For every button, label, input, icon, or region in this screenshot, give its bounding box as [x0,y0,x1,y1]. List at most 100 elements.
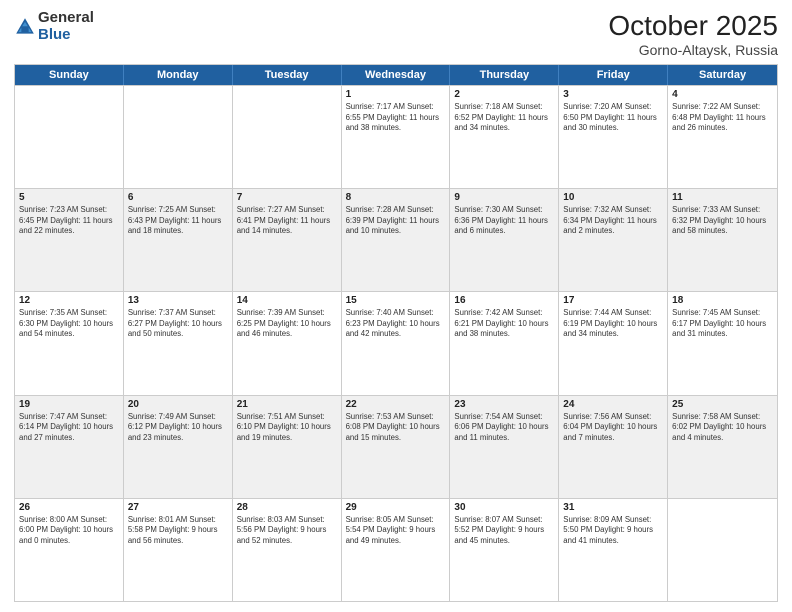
cell-date: 16 [454,295,554,306]
cal-cell [15,86,124,188]
cal-cell: 29 Sunrise: 8:05 AM Sunset: 5:54 PM Dayli… [342,499,451,601]
cell-info: Sunrise: 7:45 AM Sunset: 6:17 PM Dayligh… [672,308,773,340]
cell-date: 11 [672,192,773,203]
weekday-header-monday: Monday [124,65,233,85]
cell-info: Sunrise: 7:30 AM Sunset: 6:36 PM Dayligh… [454,205,554,237]
cal-cell: 1 Sunrise: 7:17 AM Sunset: 6:55 PM Daylig… [342,86,451,188]
cell-info: Sunrise: 7:33 AM Sunset: 6:32 PM Dayligh… [672,205,773,237]
page: General Blue October 2025 Gorno-Altaysk,… [0,0,792,612]
cell-date: 3 [563,89,663,100]
cell-info: Sunrise: 7:22 AM Sunset: 6:48 PM Dayligh… [672,102,773,134]
cal-cell: 4 Sunrise: 7:22 AM Sunset: 6:48 PM Daylig… [668,86,777,188]
cell-info: Sunrise: 7:56 AM Sunset: 6:04 PM Dayligh… [563,412,663,444]
cell-info: Sunrise: 7:44 AM Sunset: 6:19 PM Dayligh… [563,308,663,340]
cal-cell: 25 Sunrise: 7:58 AM Sunset: 6:02 PM Dayli… [668,396,777,498]
cell-date: 12 [19,295,119,306]
cell-info: Sunrise: 8:05 AM Sunset: 5:54 PM Dayligh… [346,515,446,547]
cell-info: Sunrise: 7:53 AM Sunset: 6:08 PM Dayligh… [346,412,446,444]
cell-date: 25 [672,399,773,410]
cell-date: 20 [128,399,228,410]
title-area: October 2025 Gorno-Altaysk, Russia [608,10,778,58]
cal-cell: 26 Sunrise: 8:00 AM Sunset: 6:00 PM Dayli… [15,499,124,601]
month-title: October 2025 [608,10,778,42]
weekday-header-tuesday: Tuesday [233,65,342,85]
cal-cell: 3 Sunrise: 7:20 AM Sunset: 6:50 PM Daylig… [559,86,668,188]
cal-cell: 10 Sunrise: 7:32 AM Sunset: 6:34 PM Dayli… [559,189,668,291]
cell-date: 24 [563,399,663,410]
cell-info: Sunrise: 7:17 AM Sunset: 6:55 PM Dayligh… [346,102,446,134]
cal-cell: 12Sunrise: 7:35 AM Sunset: 6:30 PM Dayli… [15,292,124,394]
cell-date: 30 [454,502,554,513]
logo-area: General Blue [14,10,94,43]
cell-date: 27 [128,502,228,513]
cal-cell: 17Sunrise: 7:44 AM Sunset: 6:19 PM Dayli… [559,292,668,394]
calendar: SundayMondayTuesdayWednesdayThursdayFrid… [14,64,778,602]
cal-cell: 18 Sunrise: 7:45 AM Sunset: 6:17 PM Dayli… [668,292,777,394]
cal-cell [233,86,342,188]
cal-cell: 31 Sunrise: 8:09 AM Sunset: 5:50 PM Dayli… [559,499,668,601]
cal-cell: 2Sunrise: 7:18 AM Sunset: 6:52 PM Daylig… [450,86,559,188]
cell-info: Sunrise: 7:51 AM Sunset: 6:10 PM Dayligh… [237,412,337,444]
location-title: Gorno-Altaysk, Russia [608,42,778,58]
cell-info: Sunrise: 8:00 AM Sunset: 6:00 PM Dayligh… [19,515,119,547]
cell-info: Sunrise: 7:28 AM Sunset: 6:39 PM Dayligh… [346,205,446,237]
cell-info: Sunrise: 7:40 AM Sunset: 6:23 PM Dayligh… [346,308,446,340]
cell-info: Sunrise: 7:54 AM Sunset: 6:06 PM Dayligh… [454,412,554,444]
cell-date: 29 [346,502,446,513]
cal-row-2: 12Sunrise: 7:35 AM Sunset: 6:30 PM Dayli… [15,291,777,394]
cal-cell: 9 Sunrise: 7:30 AM Sunset: 6:36 PM Daylig… [450,189,559,291]
cal-cell: 30 Sunrise: 8:07 AM Sunset: 5:52 PM Dayli… [450,499,559,601]
cell-date: 6 [128,192,228,203]
cell-info: Sunrise: 7:23 AM Sunset: 6:45 PM Dayligh… [19,205,119,237]
cell-info: Sunrise: 7:58 AM Sunset: 6:02 PM Dayligh… [672,412,773,444]
calendar-header: SundayMondayTuesdayWednesdayThursdayFrid… [15,65,777,85]
cal-cell: 23 Sunrise: 7:54 AM Sunset: 6:06 PM Dayli… [450,396,559,498]
cell-info: Sunrise: 8:03 AM Sunset: 5:56 PM Dayligh… [237,515,337,547]
cal-cell [668,499,777,601]
cal-cell: 6Sunrise: 7:25 AM Sunset: 6:43 PM Daylig… [124,189,233,291]
cal-cell: 11 Sunrise: 7:33 AM Sunset: 6:32 PM Dayli… [668,189,777,291]
cell-date: 7 [237,192,337,203]
cell-date: 26 [19,502,119,513]
cell-date: 15 [346,295,446,306]
cell-date: 23 [454,399,554,410]
cal-cell: 7 Sunrise: 7:27 AM Sunset: 6:41 PM Daylig… [233,189,342,291]
cell-date: 28 [237,502,337,513]
cell-date: 13 [128,295,228,306]
cal-cell: 14 Sunrise: 7:39 AM Sunset: 6:25 PM Dayli… [233,292,342,394]
cal-cell: 28 Sunrise: 8:03 AM Sunset: 5:56 PM Dayli… [233,499,342,601]
cell-info: Sunrise: 7:37 AM Sunset: 6:27 PM Dayligh… [128,308,228,340]
cell-date: 4 [672,89,773,100]
cal-cell: 27 Sunrise: 8:01 AM Sunset: 5:58 PM Dayli… [124,499,233,601]
weekday-header-wednesday: Wednesday [342,65,451,85]
cal-row-0: 1 Sunrise: 7:17 AM Sunset: 6:55 PM Daylig… [15,85,777,188]
cal-cell: 20Sunrise: 7:49 AM Sunset: 6:12 PM Dayli… [124,396,233,498]
cell-date: 22 [346,399,446,410]
cell-info: Sunrise: 7:32 AM Sunset: 6:34 PM Dayligh… [563,205,663,237]
cal-cell: 21 Sunrise: 7:51 AM Sunset: 6:10 PM Dayli… [233,396,342,498]
cal-cell: 8 Sunrise: 7:28 AM Sunset: 6:39 PM Daylig… [342,189,451,291]
cell-info: Sunrise: 7:27 AM Sunset: 6:41 PM Dayligh… [237,205,337,237]
cell-date: 21 [237,399,337,410]
cell-info: Sunrise: 7:20 AM Sunset: 6:50 PM Dayligh… [563,102,663,134]
cell-date: 14 [237,295,337,306]
cell-info: Sunrise: 7:39 AM Sunset: 6:25 PM Dayligh… [237,308,337,340]
cell-date: 9 [454,192,554,203]
logo-blue: Blue [38,27,94,44]
header: General Blue October 2025 Gorno-Altaysk,… [14,10,778,58]
cell-date: 1 [346,89,446,100]
cell-date: 31 [563,502,663,513]
cell-date: 10 [563,192,663,203]
logo-icon [14,16,36,38]
cal-row-3: 19Sunrise: 7:47 AM Sunset: 6:14 PM Dayli… [15,395,777,498]
cell-date: 18 [672,295,773,306]
cell-info: Sunrise: 8:07 AM Sunset: 5:52 PM Dayligh… [454,515,554,547]
weekday-header-saturday: Saturday [668,65,777,85]
cal-cell: 5Sunrise: 7:23 AM Sunset: 6:45 PM Daylig… [15,189,124,291]
cell-info: Sunrise: 8:09 AM Sunset: 5:50 PM Dayligh… [563,515,663,547]
cell-info: Sunrise: 8:01 AM Sunset: 5:58 PM Dayligh… [128,515,228,547]
weekday-header-friday: Friday [559,65,668,85]
cal-row-4: 26 Sunrise: 8:00 AM Sunset: 6:00 PM Dayli… [15,498,777,601]
cal-cell [124,86,233,188]
cell-date: 8 [346,192,446,203]
